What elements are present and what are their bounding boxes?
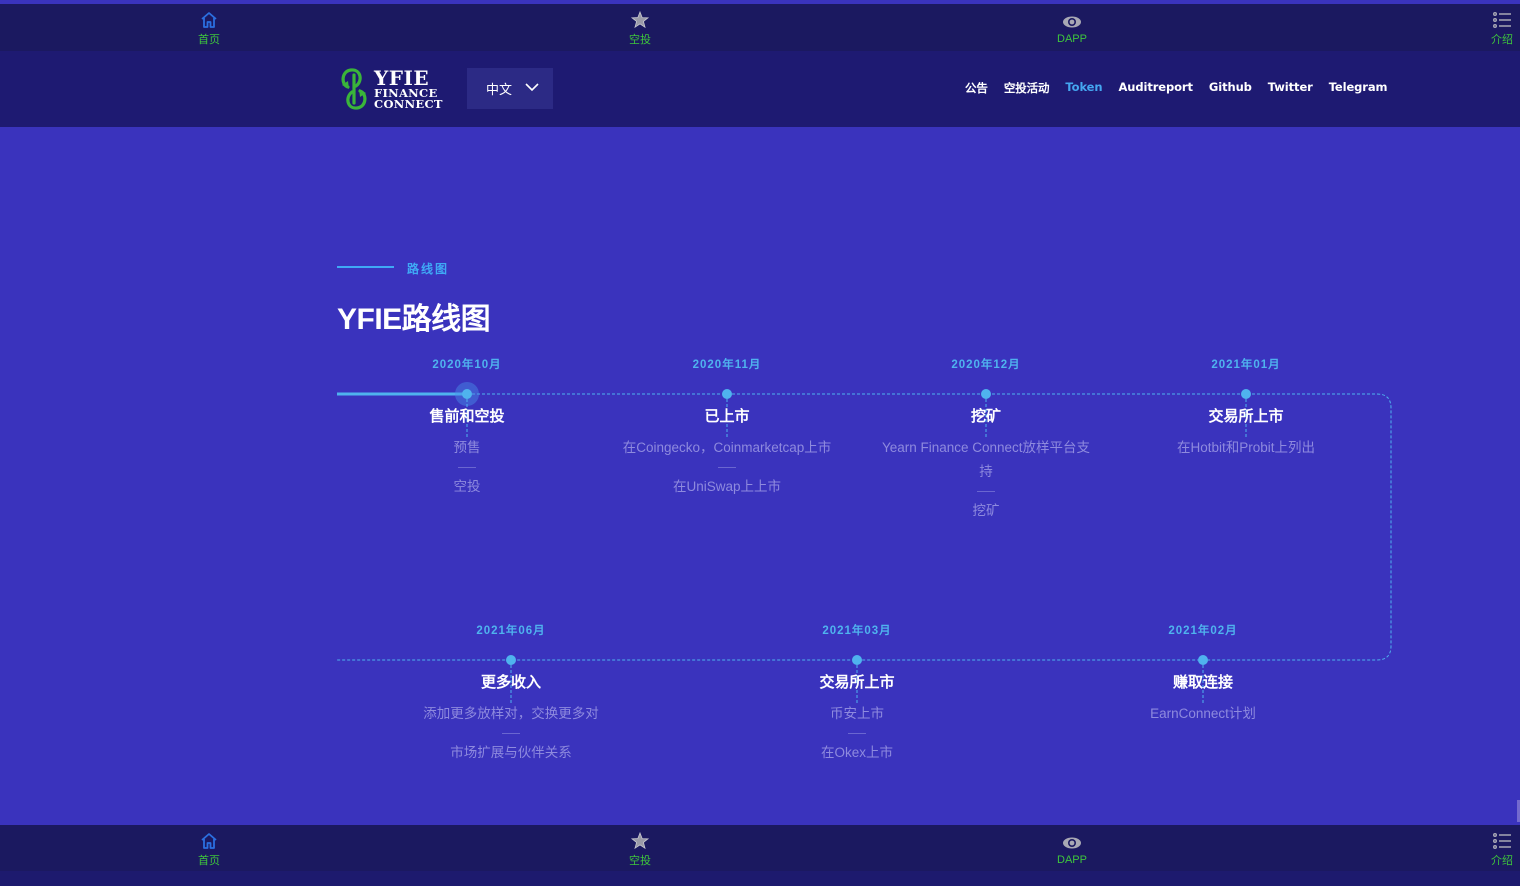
timeline-node-glow — [455, 382, 479, 406]
tab-intro[interactable]: 介绍 — [1472, 825, 1520, 872]
star-icon — [630, 831, 650, 850]
tab-airdrop[interactable]: 空投 — [610, 825, 670, 872]
timeline-node — [506, 655, 516, 665]
tab-label: DAPP — [1057, 854, 1087, 866]
item-separator — [848, 733, 866, 734]
list-icon — [1493, 833, 1511, 849]
milestone-title: 交易所上市 — [1208, 408, 1284, 425]
milestone-title: 赚取连接 — [1172, 674, 1233, 691]
milestone-item: 市场扩展与伙伴关系 — [450, 745, 572, 760]
menu-telegram[interactable]: Telegram — [1329, 80, 1388, 96]
timeline-node — [852, 655, 862, 665]
milestone-items: 在Coingecko，Coinmarketcap上市 在UniSwap上上市 — [597, 436, 857, 499]
milestone-item: 添加更多放样对，交换更多对 — [423, 706, 599, 721]
milestone-title: 售前和空投 — [429, 408, 505, 425]
tab-dapp[interactable]: DAPP — [1042, 4, 1102, 51]
milestone-title: 更多收入 — [480, 674, 541, 691]
tab-dapp[interactable]: DAPP — [1042, 825, 1102, 872]
bottom-tab-bar: 首页 空投 DAPP 介绍 — [0, 825, 1520, 871]
section-title: YFIE路线图 — [337, 303, 491, 336]
menu-twitter[interactable]: Twitter — [1268, 80, 1313, 96]
tab-label: 空投 — [629, 855, 651, 867]
menu-token[interactable]: Token — [1065, 80, 1102, 96]
timeline-node — [722, 389, 732, 399]
milestone-item: 空投 — [453, 479, 481, 494]
milestone-title: 已上市 — [704, 408, 750, 425]
menu-announcement[interactable]: 公告 — [965, 80, 988, 96]
item-separator — [718, 467, 736, 468]
milestone-date: 2020年10月 — [432, 359, 502, 371]
eye-icon — [1063, 16, 1081, 28]
timeline-node — [462, 389, 472, 399]
tab-home[interactable]: 首页 — [179, 825, 239, 872]
milestone-item: 挖矿 — [972, 503, 1000, 518]
menu-airdrop-activity[interactable]: 空投活动 — [1004, 80, 1050, 96]
language-selected: 中文 — [486, 82, 513, 97]
chevron-down-icon — [525, 83, 539, 92]
menu-github[interactable]: Github — [1209, 80, 1252, 96]
milestone-item: 币安上市 — [830, 706, 884, 721]
page-bottom-strip — [0, 871, 1520, 886]
tab-intro[interactable]: 介绍 — [1472, 4, 1520, 51]
milestone-items: 币安上市在Okex上市 — [727, 702, 987, 765]
tab-label: 首页 — [198, 855, 220, 867]
tab-label: 首页 — [198, 34, 220, 46]
main-menu: 公告 空投活动 Token Auditreport Github Twitter… — [965, 80, 1403, 96]
logo-line-1: YFIE — [374, 65, 430, 90]
tab-label: 介绍 — [1491, 855, 1513, 867]
menu-auditreport[interactable]: Auditreport — [1118, 80, 1193, 96]
logo-text: YFIE FINANCE CONNECT — [374, 68, 443, 111]
milestone-date: 2021年06月 — [476, 625, 546, 637]
tab-label: DAPP — [1057, 33, 1087, 45]
milestone-date: 2021年02月 — [1168, 625, 1238, 637]
timeline-node — [1198, 655, 1208, 665]
milestone-date: 2020年11月 — [692, 359, 762, 371]
tab-label: 介绍 — [1491, 34, 1513, 46]
language-select[interactable]: 中文 — [467, 68, 553, 109]
milestone-items: 预售 空投 — [337, 436, 597, 499]
tab-home[interactable]: 首页 — [179, 4, 239, 51]
tab-airdrop[interactable]: 空投 — [610, 4, 670, 51]
milestone-item: 在Okex上市 — [820, 745, 893, 760]
milestone-items: EarnConnect计划 — [1073, 702, 1333, 726]
milestone-date: 2021年03月 — [822, 625, 892, 637]
list-icon — [1493, 12, 1511, 28]
item-separator — [502, 733, 520, 734]
eyebrow-line — [337, 266, 394, 268]
section-eyebrow: 路线图 — [407, 262, 450, 276]
milestone-item: 在Coingecko，Coinmarketcap上市 — [622, 440, 832, 455]
milestone-item: Yearn Finance Connect放样平台支持 — [881, 440, 1091, 479]
milestone-title: 挖矿 — [970, 408, 1001, 425]
star-icon — [630, 10, 650, 29]
timeline-track — [337, 393, 1392, 661]
milestone-items: 添加更多放样对，交换更多对 市场扩展与伙伴关系 — [381, 702, 641, 765]
eye-icon — [1063, 837, 1081, 849]
site-header: YFIE FINANCE CONNECT 中文 公告 空投活动 Token Au… — [0, 51, 1520, 127]
item-separator — [977, 491, 995, 492]
home-icon — [201, 12, 217, 28]
milestone-date: 2020年12月 — [951, 359, 1021, 371]
timeline-node — [1241, 389, 1251, 399]
milestone-items: Yearn Finance Connect放样平台支持挖矿 — [856, 436, 1116, 523]
tab-label: 空投 — [629, 34, 651, 46]
logo-line-3: CONNECT — [374, 97, 443, 111]
top-tab-bar: 首页 空投 DAPP 介绍 — [0, 4, 1520, 51]
milestone-item: 在UniSwap上上市 — [672, 479, 782, 494]
home-icon — [201, 833, 217, 849]
item-separator — [458, 467, 476, 468]
logo-mark-icon — [341, 68, 367, 110]
logo[interactable]: YFIE FINANCE CONNECT — [339, 64, 454, 114]
timeline-node — [981, 389, 991, 399]
milestone-items: 在Hotbit和Probit上列出 — [1116, 436, 1376, 460]
milestone-item: 在Hotbit和Probit上列出 — [1176, 440, 1316, 455]
milestone-item: 预售 — [453, 440, 481, 455]
milestone-item: EarnConnect计划 — [1150, 706, 1256, 721]
milestone-title: 交易所上市 — [819, 674, 895, 691]
milestone-date: 2021年01月 — [1211, 359, 1281, 371]
